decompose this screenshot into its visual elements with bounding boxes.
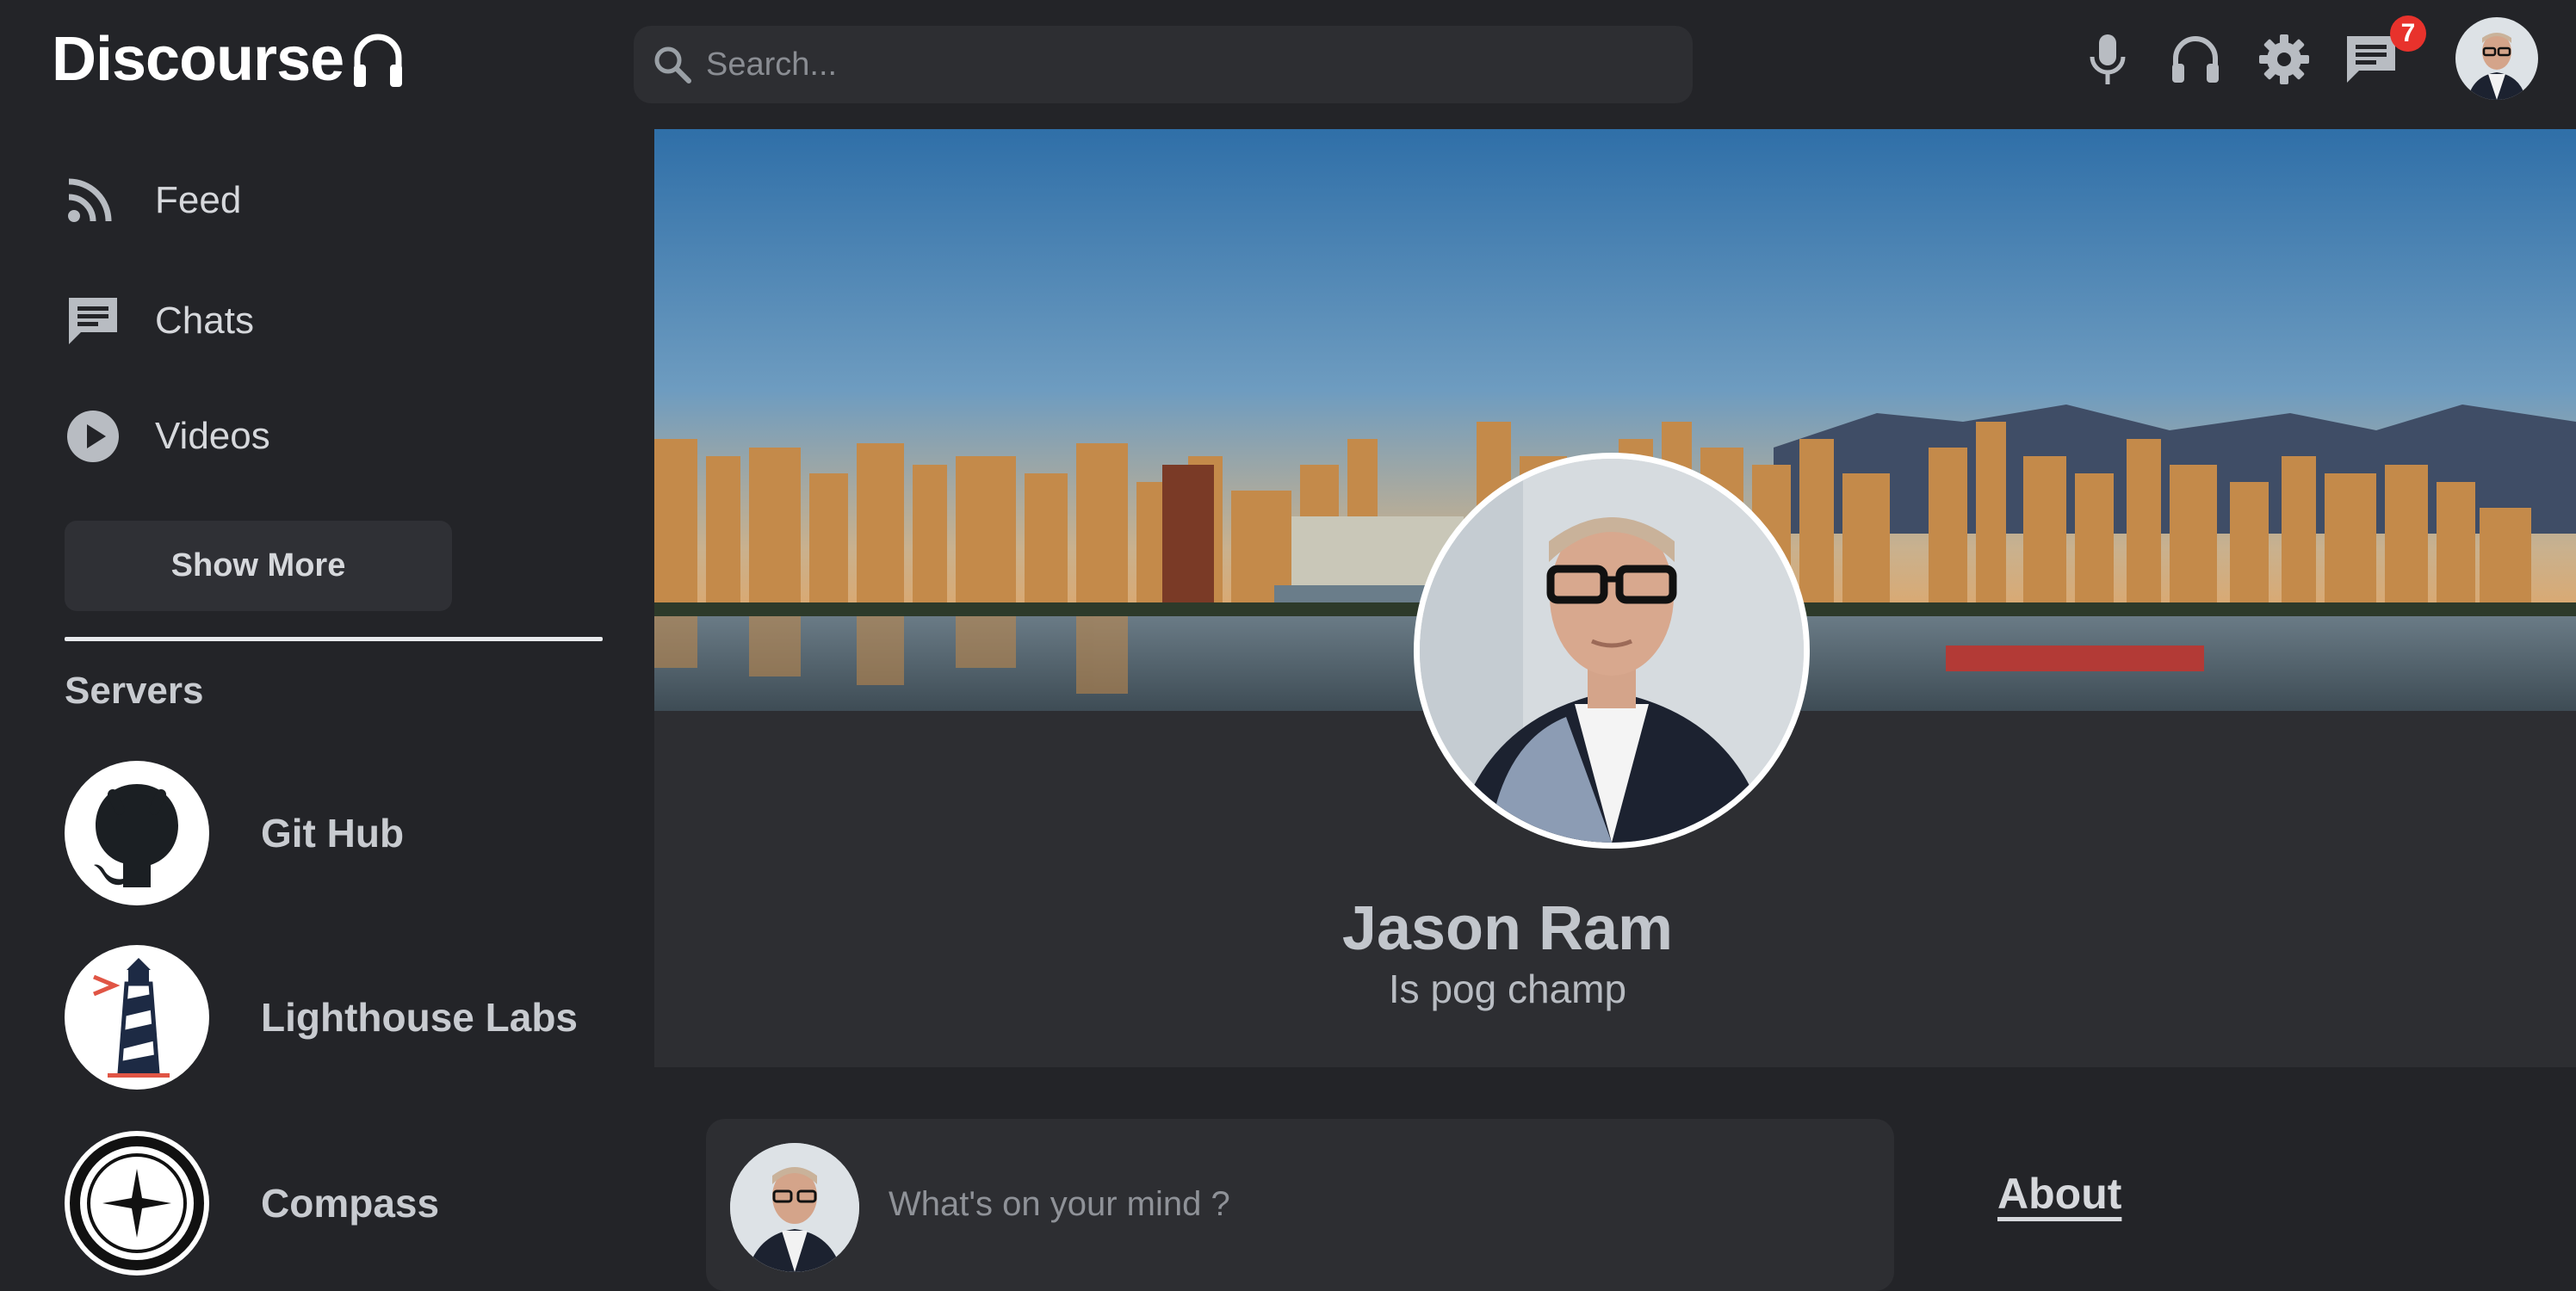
server-name: Compass (261, 1181, 440, 1226)
app-title: Discourse (52, 25, 344, 94)
chat-icon (69, 298, 117, 344)
server-name: Git Hub (261, 811, 405, 856)
rss-icon (68, 178, 112, 222)
sidebar-divider (65, 637, 603, 641)
headphones-icon[interactable] (2170, 33, 2221, 84)
server-item-compass[interactable]: Compass (65, 1131, 439, 1276)
sidebar-item-label: Feed (155, 179, 242, 221)
search-input[interactable] (704, 45, 1655, 84)
github-icon (94, 784, 178, 887)
gear-icon[interactable] (2257, 33, 2311, 86)
user-avatar[interactable] (2455, 17, 2538, 100)
notification-badge: 7 (2390, 15, 2426, 52)
user-avatar-image (2455, 17, 2538, 100)
profile-name: Jason Ram (1341, 894, 1674, 963)
server-avatar (65, 1131, 209, 1276)
sidebar-item-label: Videos (155, 415, 270, 457)
sidebar-item-videos[interactable]: Videos (65, 402, 270, 471)
app-logo[interactable]: Discourse (52, 24, 406, 95)
microphone-icon[interactable] (2085, 33, 2130, 88)
server-avatar (65, 945, 209, 1090)
profile-avatar[interactable] (1414, 453, 1810, 849)
search-bar[interactable] (634, 26, 1693, 103)
lighthouse-icon (93, 958, 170, 1078)
profile-header: Jason Ram Is pog champ (654, 129, 2576, 1067)
about-tab[interactable]: About (1997, 1169, 2121, 1219)
composer-avatar (730, 1143, 859, 1272)
profile-bio: Is pog champ (1388, 967, 1627, 1011)
profile-avatar-image (1420, 459, 1804, 843)
sidebar-item-chats[interactable]: Chats (65, 287, 254, 355)
server-item-lighthouse-labs[interactable]: Lighthouse Labs (65, 945, 578, 1090)
sidebar: Feed Chats Videos Show More Servers Git … (0, 129, 654, 1276)
play-icon (67, 411, 119, 462)
search-icon (654, 46, 691, 83)
post-input[interactable] (887, 1184, 1837, 1225)
chat-icon[interactable] (2344, 33, 2399, 86)
sidebar-item-feed[interactable]: Feed (65, 166, 241, 235)
show-more-button[interactable]: Show More (65, 521, 452, 611)
server-item-github[interactable]: Git Hub (65, 761, 404, 905)
compass-icon (70, 1136, 204, 1270)
server-name: Lighthouse Labs (261, 995, 578, 1040)
post-composer[interactable] (706, 1119, 1894, 1291)
servers-heading: Servers (65, 670, 204, 712)
server-avatar (65, 761, 209, 905)
sidebar-item-label: Chats (155, 300, 254, 342)
top-bar: Discourse Search... 7 (0, 0, 2576, 129)
headphones-logo-icon (354, 34, 403, 87)
